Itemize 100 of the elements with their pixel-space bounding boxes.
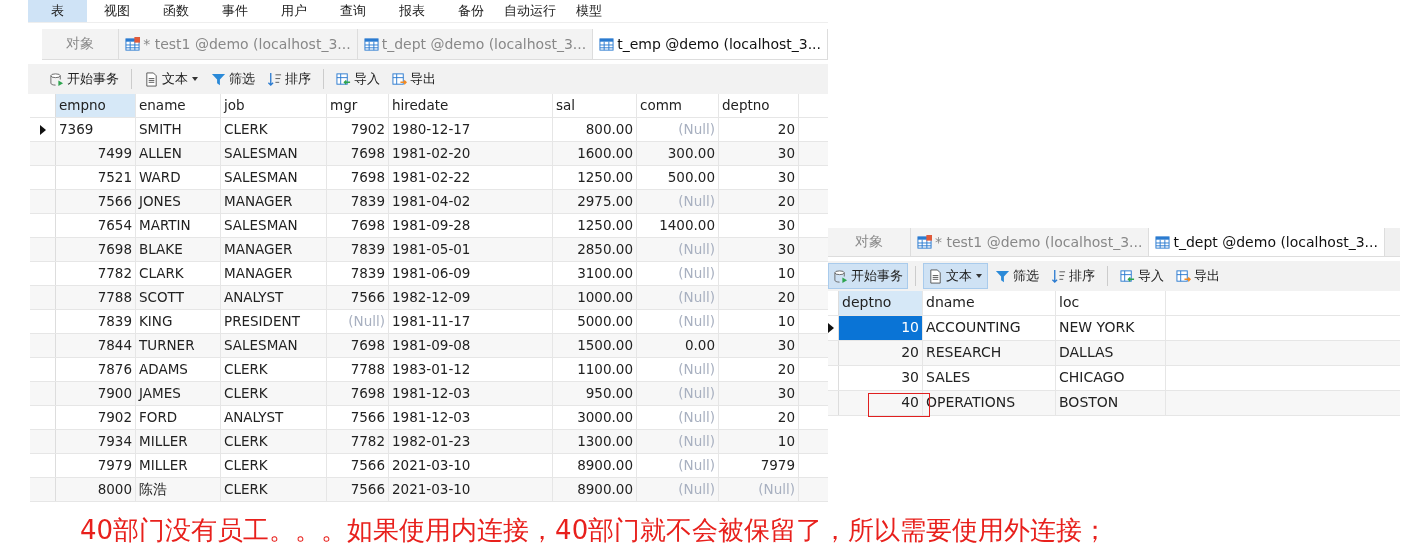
menu-item[interactable]: 视图 xyxy=(87,0,146,22)
table-cell: 7698 xyxy=(327,166,389,189)
column-header[interactable]: job xyxy=(221,94,327,117)
table-cell: NEW YORK xyxy=(1056,316,1166,340)
annotation-text: 40部门没有员工。。。如果使用内连接，40部门就不会被保留了，所以需要使用外连接； xyxy=(80,514,1109,547)
table-cell: 7844 xyxy=(56,334,136,357)
table-cell: 30 xyxy=(719,214,799,237)
table-cell: 1250.00 xyxy=(553,214,637,237)
table-cell: 7979 xyxy=(719,454,799,477)
table-cell: 8000 xyxy=(56,478,136,501)
table-cell: (Null) xyxy=(637,478,719,501)
table-row[interactable]: 30 SALES CHICAGO xyxy=(828,366,1400,391)
toolbar-button[interactable]: 排序 xyxy=(262,66,316,92)
column-header[interactable]: ename xyxy=(136,94,221,117)
table-cell: 7698 xyxy=(56,238,136,261)
toolbar-button[interactable]: 筛选 xyxy=(206,66,260,92)
menu-item[interactable]: 事件 xyxy=(205,0,264,22)
menu-item[interactable]: 查询 xyxy=(323,0,382,22)
table-cell: 7566 xyxy=(327,406,389,429)
toolbar-button[interactable]: 开始事务 xyxy=(44,66,124,92)
table-cell: 1981-05-01 xyxy=(389,238,553,261)
column-header[interactable]: empno xyxy=(56,94,136,117)
table-row[interactable]: 20 RESEARCH DALLAS xyxy=(828,341,1400,366)
table-cell: 20 xyxy=(719,286,799,309)
table-cell: SALESMAN xyxy=(221,142,327,165)
column-header[interactable]: comm xyxy=(637,94,719,117)
menu-item[interactable]: 用户 xyxy=(264,0,323,22)
menu-item[interactable]: 自动运行 xyxy=(500,0,559,22)
table-cell: (Null) xyxy=(637,358,719,381)
table-row[interactable]: 7839 KING PRESIDENT (Null) 1981-11-17 5000.00 (Null) 10 xyxy=(30,310,828,334)
toolbar-button[interactable]: 导出 xyxy=(387,66,441,92)
table-row[interactable]: 7844 TURNER SALESMAN 7698 1981-09-08 1500.00 0.00 30 xyxy=(30,334,828,358)
table-cell: MILLER xyxy=(136,454,221,477)
table-cell: 7521 xyxy=(56,166,136,189)
toolbar-button[interactable]: 筛选 xyxy=(990,263,1044,289)
toolbar-button[interactable]: 开始事务 xyxy=(828,263,908,289)
sort-icon xyxy=(267,71,282,87)
column-header[interactable]: dname xyxy=(923,291,1056,315)
column-header[interactable]: loc xyxy=(1056,291,1166,315)
table-cell: 2021-03-10 xyxy=(389,478,553,501)
table-cell: RESEARCH xyxy=(923,341,1056,365)
table-cell: (Null) xyxy=(637,382,719,405)
column-header[interactable]: mgr xyxy=(327,94,389,117)
table-row[interactable]: 7876 ADAMS CLERK 7788 1983-01-12 1100.00 (Null) 20 xyxy=(30,358,828,382)
table-cell: (Null) xyxy=(637,262,719,285)
menu-item[interactable]: 报表 xyxy=(382,0,441,22)
table-cell: CHICAGO xyxy=(1056,366,1166,390)
table-cell: 1982-12-09 xyxy=(389,286,553,309)
column-header[interactable]: sal xyxy=(553,94,637,117)
menu-item[interactable]: 表 xyxy=(28,0,87,22)
table-cell: 7902 xyxy=(327,118,389,141)
table-row[interactable]: 7521 WARD SALESMAN 7698 1981-02-22 1250.00 500.00 30 xyxy=(30,166,828,190)
table-cell: 2975.00 xyxy=(553,190,637,213)
table-cell: KING xyxy=(136,310,221,333)
table-cell: TURNER xyxy=(136,334,221,357)
toolbar-button[interactable]: 导入 xyxy=(1115,263,1169,289)
table-cell: 1400.00 xyxy=(637,214,719,237)
table-cell: 20 xyxy=(719,406,799,429)
table-cell: 1982-01-23 xyxy=(389,430,553,453)
table-row[interactable]: 7698 BLAKE MANAGER 7839 1981-05-01 2850.00 (Null) 30 xyxy=(30,238,828,262)
tab[interactable]: t_emp @demo (localhost_3... xyxy=(593,29,828,59)
row-pointer-icon xyxy=(828,323,834,333)
table-row[interactable]: 7499 ALLEN SALESMAN 7698 1981-02-20 1600.00 300.00 30 xyxy=(30,142,828,166)
table-cell: 1000.00 xyxy=(553,286,637,309)
table-cell: SALESMAN xyxy=(221,214,327,237)
table-cell: ALLEN xyxy=(136,142,221,165)
table-row[interactable]: 7979 MILLER CLERK 7566 2021-03-10 8900.00 (Null) 7979 xyxy=(30,454,828,478)
table-cell: WARD xyxy=(136,166,221,189)
table-row[interactable]: 7788 SCOTT ANALYST 7566 1982-12-09 1000.00 (Null) 20 xyxy=(30,286,828,310)
toolbar-button[interactable]: 导入 xyxy=(331,66,385,92)
column-header[interactable]: deptno xyxy=(839,291,923,315)
table-cell: 1600.00 xyxy=(553,142,637,165)
table-row[interactable]: 7782 CLARK MANAGER 7839 1981-06-09 3100.00 (Null) 10 xyxy=(30,262,828,286)
table-cell: CLERK xyxy=(221,382,327,405)
table-row[interactable]: 7934 MILLER CLERK 7782 1982-01-23 1300.00 (Null) 10 xyxy=(30,430,828,454)
toolbar-button[interactable]: 排序 xyxy=(1046,263,1100,289)
table-row[interactable]: 10 ACCOUNTING NEW YORK xyxy=(828,316,1400,341)
caret-icon xyxy=(191,75,199,83)
table-row[interactable]: 7566 JONES MANAGER 7839 1981-04-02 2975.00 (Null) 20 xyxy=(30,190,828,214)
toolbar-button[interactable]: 文本 xyxy=(923,263,988,289)
table-row[interactable]: 7654 MARTIN SALESMAN 7698 1981-09-28 1250.00 1400.00 30 xyxy=(30,214,828,238)
table-row[interactable]: 7902 FORD ANALYST 7566 1981-12-03 3000.00 (Null) 20 xyxy=(30,406,828,430)
table-cell: (Null) xyxy=(327,310,389,333)
tab[interactable]: t_dept @demo (localhost_3... xyxy=(1149,228,1385,256)
table-cell: BOSTON xyxy=(1056,391,1166,415)
menu-item[interactable]: 模型 xyxy=(559,0,618,22)
toolbar-button[interactable]: 文本 xyxy=(139,66,204,92)
table-row[interactable]: 8000 陈浩 CLERK 7566 2021-03-10 8900.00 (Null) (Null) xyxy=(30,478,828,502)
export-icon xyxy=(1176,268,1191,284)
table-cell: 20 xyxy=(719,358,799,381)
column-header[interactable]: deptno xyxy=(719,94,799,117)
table-cell: 950.00 xyxy=(553,382,637,405)
table-row[interactable]: 7369 SMITH CLERK 7902 1980-12-17 800.00 (Null) 20 xyxy=(30,118,828,142)
table-cell: 0.00 xyxy=(637,334,719,357)
column-header[interactable]: hiredate xyxy=(389,94,553,117)
toolbar-button[interactable]: 导出 xyxy=(1171,263,1225,289)
table-cell: CLERK xyxy=(221,454,327,477)
menu-item[interactable]: 备份 xyxy=(441,0,500,22)
table-row[interactable]: 7900 JAMES CLERK 7698 1981-12-03 950.00 (Null) 30 xyxy=(30,382,828,406)
menu-item[interactable]: 函数 xyxy=(146,0,205,22)
